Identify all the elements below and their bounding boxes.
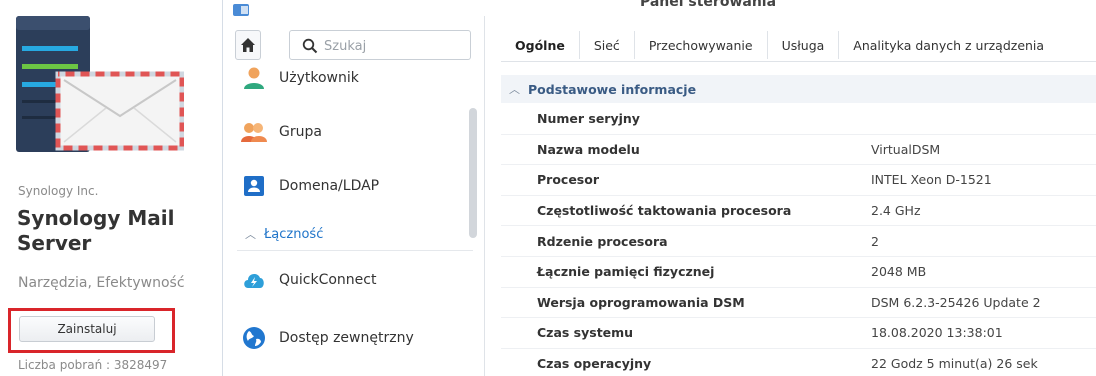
row-value: 2.4 GHz	[871, 203, 921, 219]
download-count: Liczba pobrań : 3828497	[18, 358, 168, 372]
sidebar-item-label: Domena/LDAP	[279, 178, 380, 194]
table-row: Nazwa modelu VirtualDSM	[501, 135, 1096, 166]
section-basic-info-header[interactable]: ︿ Podstawowe informacje	[501, 75, 1096, 103]
table-row: Częstotliwość taktowania procesora 2.4 G…	[501, 196, 1096, 227]
row-key: Numer seryjny	[537, 111, 640, 127]
table-row: Numer seryjny	[501, 104, 1096, 135]
tab-general[interactable]: Ogólne	[501, 31, 580, 59]
row-key: Nazwa modelu	[537, 141, 640, 157]
section-title: Podstawowe informacje	[528, 81, 697, 97]
row-key: Czas systemu	[537, 325, 634, 341]
sidebar-item-quickconnect[interactable]: QuickConnect	[241, 264, 376, 296]
row-value: DSM 6.2.3-25426 Update 2	[871, 294, 1041, 310]
search-icon	[302, 38, 318, 54]
domain-icon	[241, 173, 267, 199]
control-panel-sidebar: Użytkownik Grupa Domena/LDA	[223, 16, 485, 376]
chevron-up-icon: ︿	[245, 228, 256, 241]
row-key: Wersja oprogramowania DSM	[537, 294, 745, 310]
row-value: VirtualDSM	[871, 141, 941, 157]
table-row: Wersja oprogramowania DSM DSM 6.2.3-2542…	[501, 288, 1096, 319]
search-box[interactable]	[289, 30, 471, 60]
window-title: Panel sterowania	[639, 0, 777, 10]
sidebar-item-domain-ldap[interactable]: Domena/LDAP	[241, 170, 379, 202]
home-icon	[241, 38, 255, 52]
row-value: 2048 MB	[871, 264, 927, 280]
sidebar-item-group[interactable]: Grupa	[241, 116, 322, 148]
package-categories: Narzędzia, Efektywność	[18, 275, 185, 291]
sidebar-item-label: Dostęp zewnętrzny	[279, 330, 414, 346]
tab-network[interactable]: Sieć	[580, 31, 635, 59]
package-vendor: Synology Inc.	[18, 184, 99, 198]
table-row: Łącznie pamięci fizycznej 2048 MB	[501, 257, 1096, 288]
row-value: 18.08.2020 13:38:01	[871, 325, 1003, 341]
install-button[interactable]: Zainstaluj	[19, 316, 155, 342]
quickconnect-icon	[241, 267, 267, 293]
table-row: Procesor INTEL Xeon D-1521	[501, 165, 1096, 196]
row-key: Procesor	[537, 172, 599, 188]
control-panel-window: Panel sterowania Użytkownik	[222, 0, 1096, 376]
table-row: Rdzenie procesora 2	[501, 226, 1096, 257]
window-titlebar: Panel sterowania	[223, 0, 1096, 16]
sidebar-item-label: QuickConnect	[279, 272, 377, 288]
basic-info-table: Numer seryjny Nazwa modelu VirtualDSM Pr…	[501, 104, 1096, 376]
sidebar-item-label: Użytkownik	[279, 70, 359, 86]
sidebar-group-connectivity[interactable]: ︿ Łączność	[245, 226, 323, 242]
info-tabs: Ogólne Sieć Przechowywanie Usługa Analit…	[501, 28, 1096, 62]
row-value: 2	[871, 233, 879, 249]
row-key: Rdzenie procesora	[537, 233, 668, 249]
control-panel-icon	[233, 4, 249, 16]
sidebar-item-user[interactable]: Użytkownik	[241, 62, 359, 94]
sidebar-item-label: Grupa	[279, 124, 322, 140]
row-value: INTEL Xeon D-1521	[871, 172, 992, 188]
row-key: Łącznie pamięci fizycznej	[537, 264, 715, 280]
sidebar-group-label: Łączność	[264, 226, 324, 242]
row-key: Częstotliwość taktowania procesora	[537, 203, 792, 219]
row-key: Czas operacyjny	[537, 356, 652, 372]
globe-icon	[241, 325, 267, 351]
search-input[interactable]	[324, 36, 464, 56]
sidebar-item-external-access[interactable]: Dostęp zewnętrzny	[241, 322, 414, 354]
table-row: Czas operacyjny 22 Godz 5 minut(a) 26 se…	[501, 349, 1096, 376]
group-icon	[241, 119, 267, 145]
chevron-up-icon: ︿	[509, 83, 520, 96]
package-details-panel: Synology Inc. Synology Mail Server Narzę…	[0, 0, 222, 376]
package-title: Synology Mail Server	[17, 206, 175, 255]
sidebar-scrollbar[interactable]	[469, 108, 477, 238]
sidebar-divider	[237, 250, 473, 251]
home-button[interactable]	[235, 30, 261, 60]
mail-server-app-icon	[16, 16, 184, 152]
tab-storage[interactable]: Przechowywanie	[635, 31, 768, 59]
control-panel-main: Ogólne Sieć Przechowywanie Usługa Analit…	[485, 16, 1096, 376]
row-value: 22 Godz 5 minut(a) 26 sek	[871, 356, 1038, 372]
tab-service[interactable]: Usługa	[768, 31, 840, 59]
user-icon	[241, 65, 267, 91]
table-row: Czas systemu 18.08.2020 13:38:01	[501, 318, 1096, 349]
tab-device-analytics[interactable]: Analityka danych z urządzenia	[839, 31, 1058, 59]
